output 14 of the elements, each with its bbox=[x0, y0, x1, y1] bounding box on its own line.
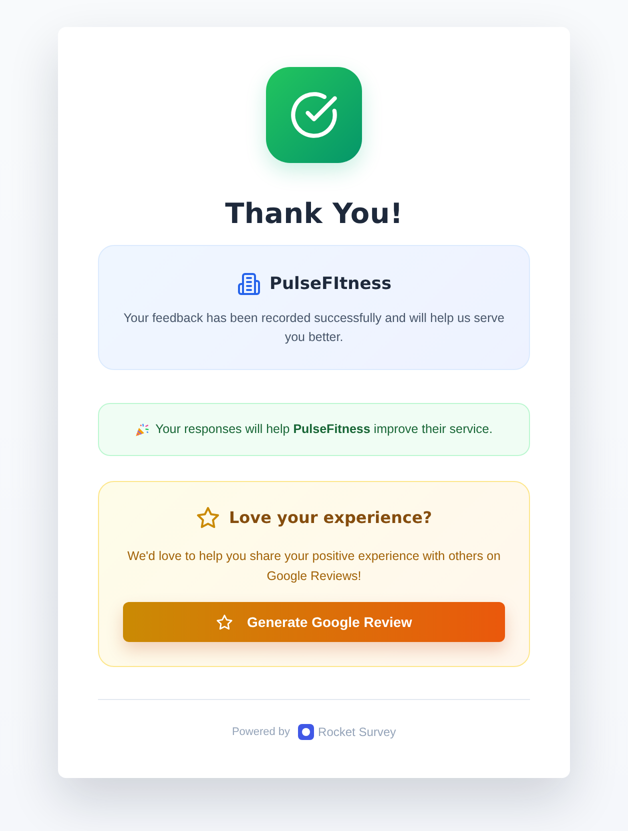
review-heading: Love your experience? bbox=[228, 507, 432, 529]
page-title: Thank You! bbox=[225, 197, 403, 231]
feedback-message: Your feedback has been recorded successfully and will help us serve you better. bbox=[122, 310, 506, 346]
notice-text: Your responses will help PulseFitness improve their service. bbox=[155, 421, 493, 438]
party-popper-icon bbox=[135, 422, 150, 436]
building-icon bbox=[236, 272, 260, 296]
generate-review-button[interactable]: Generate Google Review bbox=[123, 602, 505, 642]
brand-name[interactable]: Rocket Survey bbox=[318, 725, 396, 739]
star-icon bbox=[216, 614, 234, 630]
star-icon bbox=[196, 506, 220, 530]
logo-icon bbox=[298, 724, 314, 740]
business-name: PulseFItness bbox=[270, 273, 392, 296]
powered-by-label: Powered by bbox=[232, 726, 290, 738]
review-message: We'd love to help you share your positive experience with others on Google Reviews! bbox=[126, 548, 502, 585]
